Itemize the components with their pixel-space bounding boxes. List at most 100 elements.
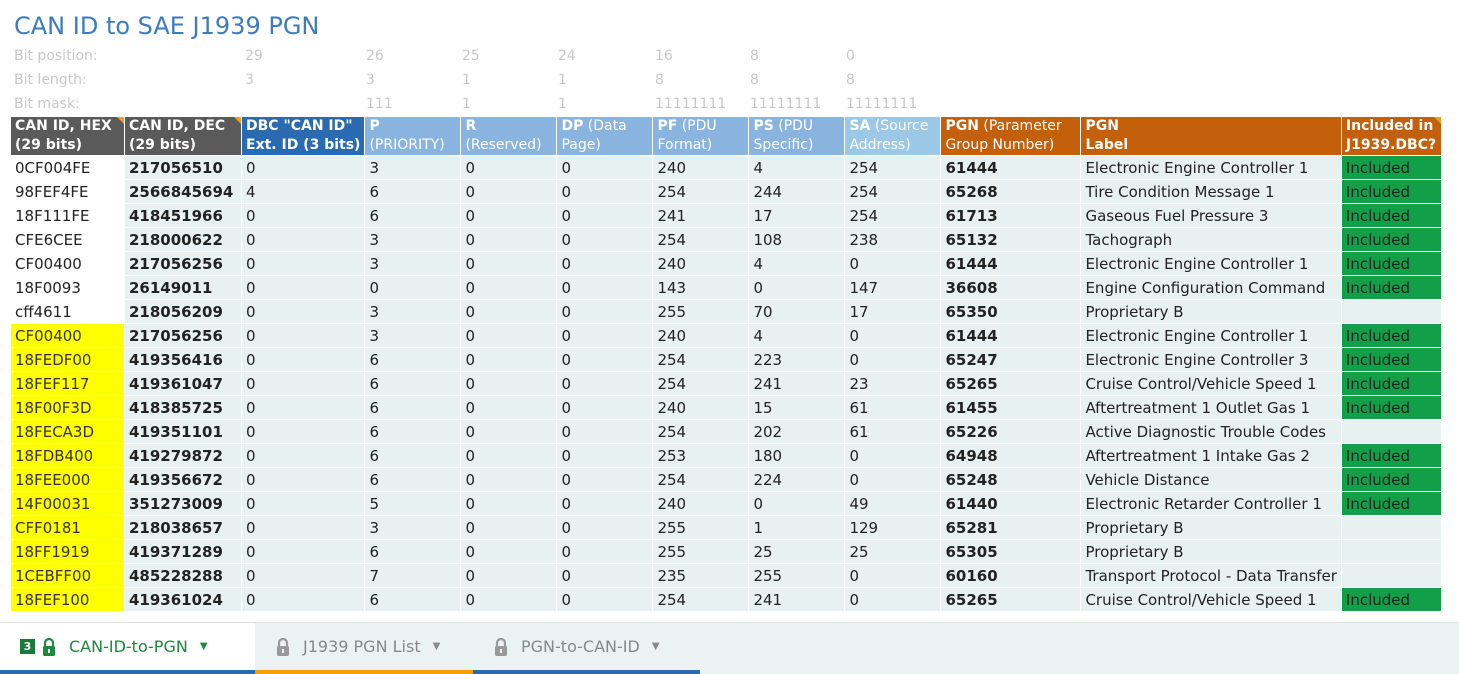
included-cell[interactable]: Included: [1340, 179, 1442, 204]
can-id-hex-cell[interactable]: CFF0181: [10, 515, 125, 540]
ext-id-cell[interactable]: 4: [240, 179, 366, 204]
ps-cell[interactable]: 15: [748, 395, 846, 420]
ps-cell[interactable]: 17: [748, 203, 846, 228]
pgn-label-cell[interactable]: Cruise Control/Vehicle Speed 1: [1080, 587, 1342, 612]
pgn-cell[interactable]: 61440: [940, 491, 1082, 516]
can-id-hex-cell[interactable]: CFE6CEE: [10, 227, 125, 252]
pgn-cell[interactable]: 65226: [940, 419, 1082, 444]
priority-cell[interactable]: 6: [364, 587, 462, 612]
can-id-dec-cell[interactable]: 418385725: [124, 395, 242, 420]
reserved-cell[interactable]: 0: [460, 419, 558, 444]
reserved-cell[interactable]: 0: [460, 395, 558, 420]
sa-cell[interactable]: 61: [844, 419, 942, 444]
priority-cell[interactable]: 6: [364, 443, 462, 468]
reserved-cell[interactable]: 0: [460, 371, 558, 396]
pgn-cell[interactable]: 64948: [940, 443, 1082, 468]
pgn-cell[interactable]: 61713: [940, 203, 1082, 228]
pgn-label-cell[interactable]: Tire Condition Message 1: [1080, 179, 1342, 204]
ps-cell[interactable]: 241: [748, 587, 846, 612]
priority-cell[interactable]: 6: [364, 371, 462, 396]
pgn-cell[interactable]: 60160: [940, 563, 1082, 588]
reserved-cell[interactable]: 0: [460, 275, 558, 300]
dp-cell[interactable]: 0: [556, 299, 654, 324]
ps-cell[interactable]: 4: [748, 251, 846, 276]
pgn-label-cell[interactable]: Electronic Engine Controller 1: [1080, 323, 1342, 348]
priority-cell[interactable]: 3: [364, 227, 462, 252]
ps-cell[interactable]: 108: [748, 227, 846, 252]
pf-cell[interactable]: 254: [652, 419, 750, 444]
ext-id-cell[interactable]: 0: [240, 299, 366, 324]
ps-cell[interactable]: 25: [748, 539, 846, 564]
priority-cell[interactable]: 6: [364, 395, 462, 420]
dp-cell[interactable]: 0: [556, 443, 654, 468]
pf-cell[interactable]: 254: [652, 587, 750, 612]
pf-cell[interactable]: 254: [652, 347, 750, 372]
can-id-hex-cell[interactable]: 18FF1919: [10, 539, 125, 564]
can-id-hex-cell[interactable]: 1CEBFF00: [10, 563, 125, 588]
pf-cell[interactable]: 254: [652, 179, 750, 204]
sa-cell[interactable]: 49: [844, 491, 942, 516]
included-cell[interactable]: [1340, 563, 1442, 588]
can-id-hex-cell[interactable]: 18FEE000: [10, 467, 125, 492]
ext-id-cell[interactable]: 0: [240, 275, 366, 300]
dp-cell[interactable]: 0: [556, 347, 654, 372]
pgn-label-cell[interactable]: Tachograph: [1080, 227, 1342, 252]
can-id-hex-cell[interactable]: 0CF004FE: [10, 155, 125, 180]
col-header-ps[interactable]: PS (PDU Specific): [748, 116, 846, 156]
pf-cell[interactable]: 255: [652, 299, 750, 324]
ext-id-cell[interactable]: 0: [240, 155, 366, 180]
included-cell[interactable]: Included: [1340, 467, 1442, 492]
sa-cell[interactable]: 0: [844, 443, 942, 468]
pgn-label-cell[interactable]: Proprietary B: [1080, 299, 1342, 324]
ps-cell[interactable]: 255: [748, 563, 846, 588]
can-id-hex-cell[interactable]: 18F111FE: [10, 203, 125, 228]
reserved-cell[interactable]: 0: [460, 251, 558, 276]
ext-id-cell[interactable]: 0: [240, 227, 366, 252]
pgn-label-cell[interactable]: Transport Protocol - Data Transfer: [1080, 563, 1342, 588]
can-id-hex-cell[interactable]: 98FEF4FE: [10, 179, 125, 204]
tab-can-id-to-pgn[interactable]: 3 CAN-ID-to-PGN ▼: [0, 623, 255, 674]
sa-cell[interactable]: 129: [844, 515, 942, 540]
can-id-dec-cell[interactable]: 26149011: [124, 275, 242, 300]
sa-cell[interactable]: 0: [844, 467, 942, 492]
reserved-cell[interactable]: 0: [460, 347, 558, 372]
ps-cell[interactable]: 4: [748, 323, 846, 348]
sa-cell[interactable]: 25: [844, 539, 942, 564]
can-id-dec-cell[interactable]: 485228288: [124, 563, 242, 588]
reserved-cell[interactable]: 0: [460, 443, 558, 468]
sa-cell[interactable]: 0: [844, 587, 942, 612]
ext-id-cell[interactable]: 0: [240, 587, 366, 612]
ps-cell[interactable]: 0: [748, 275, 846, 300]
dp-cell[interactable]: 0: [556, 491, 654, 516]
priority-cell[interactable]: 7: [364, 563, 462, 588]
ext-id-cell[interactable]: 0: [240, 491, 366, 516]
ext-id-cell[interactable]: 0: [240, 371, 366, 396]
pgn-cell[interactable]: 61444: [940, 155, 1082, 180]
reserved-cell[interactable]: 0: [460, 587, 558, 612]
sa-cell[interactable]: 147: [844, 275, 942, 300]
reserved-cell[interactable]: 0: [460, 155, 558, 180]
dp-cell[interactable]: 0: [556, 467, 654, 492]
reserved-cell[interactable]: 0: [460, 179, 558, 204]
included-cell[interactable]: Included: [1340, 251, 1442, 276]
included-cell[interactable]: Included: [1340, 347, 1442, 372]
tab-j1939-pgn-list[interactable]: J1939 PGN List ▼: [255, 623, 473, 674]
pgn-cell[interactable]: 65265: [940, 587, 1082, 612]
dp-cell[interactable]: 0: [556, 203, 654, 228]
ps-cell[interactable]: 180: [748, 443, 846, 468]
included-cell[interactable]: Included: [1340, 395, 1442, 420]
pgn-label-cell[interactable]: Proprietary B: [1080, 515, 1342, 540]
pf-cell[interactable]: 240: [652, 395, 750, 420]
pgn-label-cell[interactable]: Proprietary B: [1080, 539, 1342, 564]
pf-cell[interactable]: 240: [652, 251, 750, 276]
priority-cell[interactable]: 6: [364, 203, 462, 228]
pgn-label-cell[interactable]: Active Diagnostic Trouble Codes: [1080, 419, 1342, 444]
pgn-label-cell[interactable]: Vehicle Distance: [1080, 467, 1342, 492]
pgn-cell[interactable]: 65247: [940, 347, 1082, 372]
dp-cell[interactable]: 0: [556, 395, 654, 420]
pf-cell[interactable]: 240: [652, 491, 750, 516]
ps-cell[interactable]: 224: [748, 467, 846, 492]
can-id-dec-cell[interactable]: 419361047: [124, 371, 242, 396]
priority-cell[interactable]: 6: [364, 467, 462, 492]
dp-cell[interactable]: 0: [556, 251, 654, 276]
